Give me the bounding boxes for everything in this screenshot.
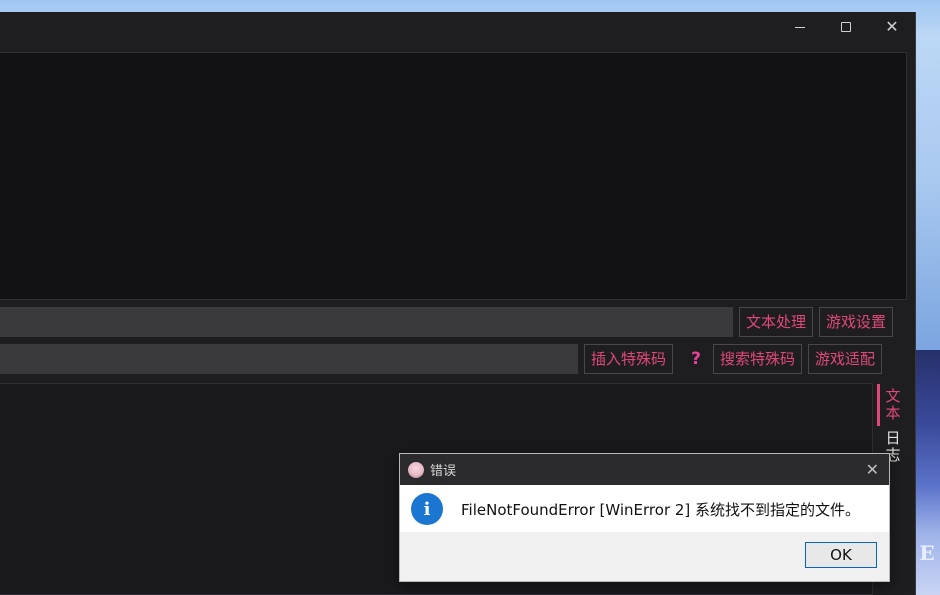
game-adapt-button[interactable]: 游戏适配 [808,344,883,374]
close-button[interactable]: ✕ [869,12,915,42]
window-controls: ✕ [777,12,915,42]
dialog-message: FileNotFoundError [WinError 2] 系统找不到指定的文… [461,500,861,519]
minimize-icon [795,26,805,28]
info-icon: i [411,493,443,525]
minimize-button[interactable] [777,12,823,42]
ok-button[interactable]: OK [805,542,877,568]
maximize-icon [841,22,851,32]
text-output-pane[interactable] [0,52,907,300]
toolbar-row-1: 文本处理 游戏设置 [0,307,894,337]
error-dialog: 错误 ✕ i FileNotFoundError [WinError 2] 系统… [399,453,890,582]
desktop-wallpaper-letter: E [919,541,935,565]
special-code-input[interactable] [0,344,578,374]
toolbar-row-2: 插入特殊码 ? 搜索特殊码 游戏适配 [0,344,883,374]
help-icon[interactable]: ? [679,344,713,374]
text-input-field[interactable] [0,307,733,337]
tab-text[interactable]: 文本 [877,384,905,426]
dialog-title-bar: 错误 ✕ [400,454,889,485]
maximize-button[interactable] [823,12,869,42]
app-avatar-icon [408,461,424,478]
insert-special-code-button[interactable]: 插入特殊码 [584,344,674,374]
game-settings-button[interactable]: 游戏设置 [819,307,894,337]
search-special-code-button[interactable]: 搜索特殊码 [713,344,803,374]
close-icon: ✕ [885,17,899,36]
text-processing-button[interactable]: 文本处理 [739,307,814,337]
dialog-title: 错误 [430,464,457,479]
dialog-footer: OK [400,532,889,581]
dialog-body: i FileNotFoundError [WinError 2] 系统找不到指定… [400,485,889,533]
dialog-close-icon[interactable]: ✕ [866,460,879,479]
